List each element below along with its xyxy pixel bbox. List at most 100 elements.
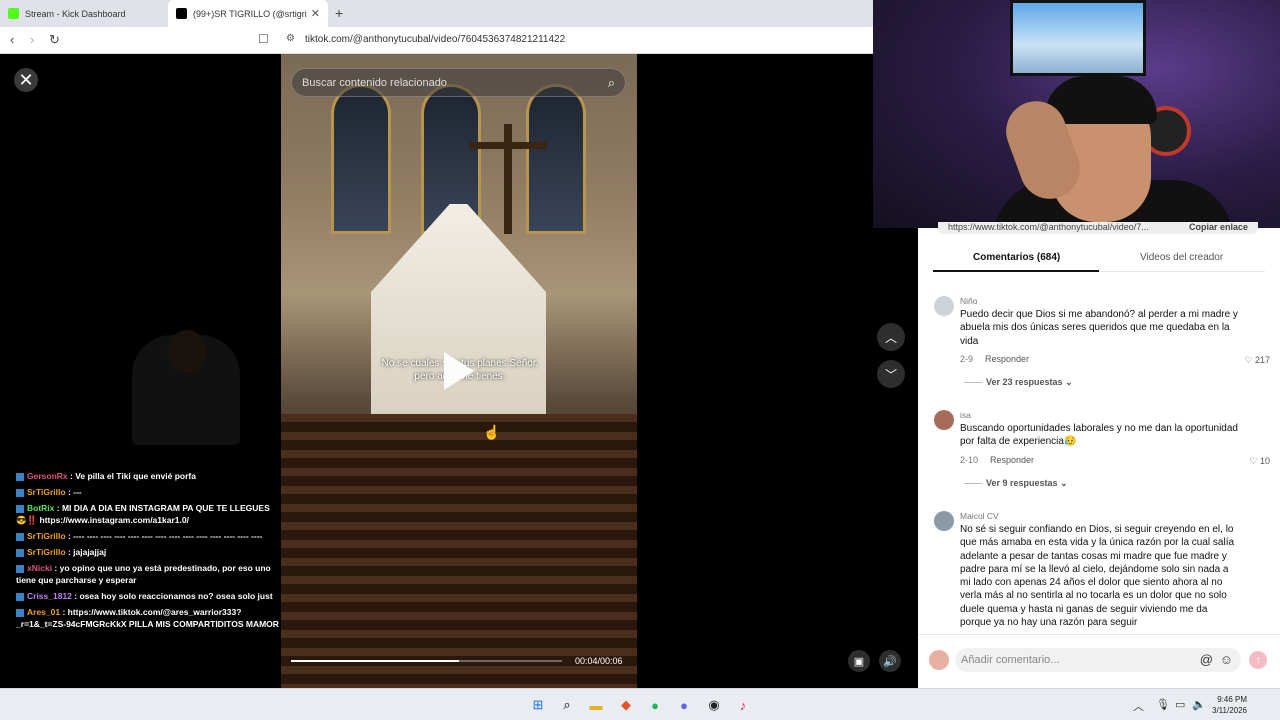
close-video-button[interactable]: ✕ — [14, 68, 38, 92]
file-explorer-icon[interactable]: ▬ — [586, 695, 606, 715]
volume-icon[interactable]: 🔊 — [879, 650, 901, 672]
tab-tiktok[interactable]: (99+)SR TIGRILLO (@srtigrilloyt) ✕ — [168, 0, 328, 27]
search-icon[interactable]: ⌕ — [557, 695, 577, 715]
crucifix — [504, 124, 512, 234]
comment-author[interactable]: Maicol CV — [960, 511, 999, 521]
replies-label: Ver 23 respuestas — [986, 377, 1063, 387]
chat-message: xNicki : yo opino que uno ya está predes… — [16, 562, 286, 586]
speaker-icon[interactable]: 🔈 — [1192, 698, 1206, 711]
like-count: 217 — [1254, 355, 1270, 365]
chat-text: : ---- ---- ---- ---- ---- ---- ---- ---… — [67, 531, 263, 541]
chat-badge-icon — [16, 592, 24, 601]
spotify-icon[interactable]: ● — [645, 695, 665, 715]
window-arch — [331, 84, 391, 234]
chat-badge-icon — [16, 504, 24, 513]
chat-username[interactable]: SrTiGrillo — [27, 487, 66, 497]
copy-link-button[interactable]: Copiar enlace — [1189, 222, 1248, 232]
chat-username[interactable]: GersonRx — [27, 471, 68, 481]
view-replies-button[interactable]: Ver 9 respuestas ⌄ — [964, 478, 1068, 489]
mention-icon[interactable]: @ — [1200, 648, 1213, 672]
chat-badge-icon — [16, 608, 24, 617]
related-search-input[interactable]: Buscar contenido relacionado ⌕ — [291, 68, 626, 97]
system-clock[interactable]: 9:46 PM 3/11/2026 — [1212, 694, 1247, 716]
chat-username[interactable]: Ares_01 — [27, 607, 60, 617]
altar — [371, 204, 546, 424]
like-button[interactable]: ♡ 217 — [1244, 355, 1270, 366]
chat-message: Criss_1812 : osea hoy solo reaccionamos … — [16, 590, 286, 602]
church-pews — [281, 414, 637, 688]
person-head — [167, 330, 207, 374]
chat-username[interactable]: Criss_1812 — [27, 591, 72, 601]
emoji-icon[interactable]: ☺ — [1220, 648, 1233, 672]
tab-label: Stream - Kick Dashboard — [25, 8, 126, 19]
next-video-button[interactable]: ﹀ — [877, 360, 905, 388]
comments-tabs: Comentarios (684) Videos del creador — [933, 250, 1265, 272]
search-icon[interactable]: ⌕ — [608, 75, 615, 91]
kick-favicon-icon — [8, 8, 19, 19]
video-progress-bar[interactable] — [291, 660, 562, 662]
tab-comments[interactable]: Comentarios (684) — [973, 252, 1060, 263]
chat-text: : osea hoy solo reaccionamos no? osea so… — [74, 591, 273, 601]
new-tab-button[interactable]: + — [335, 5, 343, 21]
send-comment-button[interactable]: ↑ — [1249, 651, 1267, 669]
share-link-bar: https://www.tiktok.com/@anthonytucubal/v… — [938, 222, 1258, 234]
tab-label: (99+)SR TIGRILLO (@srtigrilloyt) — [193, 8, 307, 19]
tab-creator-videos[interactable]: Videos del creador — [1140, 252, 1223, 263]
reload-icon[interactable]: ↻ — [49, 32, 60, 48]
miniplayer-icon[interactable]: ▣ — [848, 650, 870, 672]
chat-username[interactable]: SrTiGrillo — [27, 547, 66, 557]
url-field[interactable]: tiktok.com/@anthonytucubal/video/7604536… — [305, 34, 565, 45]
brave-browser-icon[interactable]: ◆ — [616, 695, 636, 715]
comment-text: Buscando oportunidades laborales y no me… — [960, 423, 1238, 448]
user-avatar — [929, 650, 949, 670]
chat-message: SrTiGrillo : --- — [16, 486, 286, 498]
microphone-icon[interactable]: 🎙 — [1156, 698, 1170, 711]
video-time: 00:04/00:06 — [575, 656, 623, 666]
chat-message: SrTiGrillo : ---- ---- ---- ---- ---- --… — [16, 530, 286, 542]
play-icon[interactable] — [444, 352, 474, 390]
browser-tabbar: Stream - Kick Dashboard (99+)SR TIGRILLO… — [0, 0, 873, 27]
comment-item: Maicol CV No sé si seguir confiando en D… — [934, 511, 1254, 633]
like-button[interactable]: ♡ 10 — [1249, 456, 1270, 467]
view-replies-button[interactable]: Ver 23 respuestas ⌄ — [964, 377, 1073, 388]
avatar[interactable] — [934, 410, 954, 430]
reply-button[interactable]: Responder — [990, 455, 1034, 465]
forward-icon[interactable]: › — [30, 32, 34, 47]
close-tab-icon[interactable]: ✕ — [311, 7, 320, 20]
chat-badge-icon — [16, 532, 24, 541]
chat-text: : jajajajjaj — [67, 547, 107, 557]
windows-taskbar: ⊞ ⌕ ▬ ◆ ● ● ◉ ♪ ︿ 🎙 ▭ 🔈 9:46 PM 3/11/202… — [0, 688, 1280, 720]
share-link-text[interactable]: https://www.tiktok.com/@anthonytucubal/v… — [948, 222, 1149, 232]
network-icon[interactable]: ▭ — [1175, 698, 1185, 711]
avatar[interactable] — [934, 296, 954, 316]
avatar[interactable] — [934, 511, 954, 531]
tiktok-favicon-icon — [176, 8, 187, 19]
site-info-icon[interactable]: ⚙ — [286, 33, 295, 44]
discord-icon[interactable]: ● — [674, 695, 694, 715]
tray-chevron-icon[interactable]: ︿ — [1133, 698, 1144, 714]
reply-button[interactable]: Responder — [985, 354, 1029, 364]
bookmark-icon[interactable]: ☐ — [258, 32, 269, 46]
chat-message: SrTiGrillo : jajajajjaj — [16, 546, 286, 558]
chat-text: : MI DIA A DIA EN INSTAGRAM PA QUE TE LL… — [16, 503, 270, 525]
windows-start-icon[interactable]: ⊞ — [528, 695, 548, 715]
chat-text: : --- — [67, 487, 82, 497]
active-tab-indicator — [933, 270, 1099, 272]
background-monitor — [1010, 0, 1146, 76]
previous-video-button[interactable]: ︿ — [877, 323, 905, 351]
window-arch — [526, 84, 586, 234]
tiktok-app-icon[interactable]: ♪ — [733, 695, 753, 715]
comment-text: No sé si seguir confiando en Dios, si se… — [960, 524, 1235, 629]
chat-username[interactable]: xNicki — [27, 563, 52, 573]
tab-kick-dashboard[interactable]: Stream - Kick Dashboard — [0, 0, 168, 27]
replies-label: Ver 9 respuestas — [986, 478, 1058, 488]
obs-icon[interactable]: ◉ — [704, 695, 724, 715]
chat-username[interactable]: BotRix — [27, 503, 54, 513]
chat-username[interactable]: SrTiGrillo — [27, 531, 66, 541]
add-comment-input[interactable]: Añadir comentario... @ ☺ — [955, 648, 1241, 672]
clock-time: 9:46 PM — [1217, 695, 1247, 704]
back-icon[interactable]: ‹ — [10, 32, 14, 47]
comment-author[interactable]: Niño — [960, 296, 977, 306]
comment-author[interactable]: isa — [960, 410, 971, 420]
add-comment-placeholder: Añadir comentario... — [961, 654, 1060, 666]
